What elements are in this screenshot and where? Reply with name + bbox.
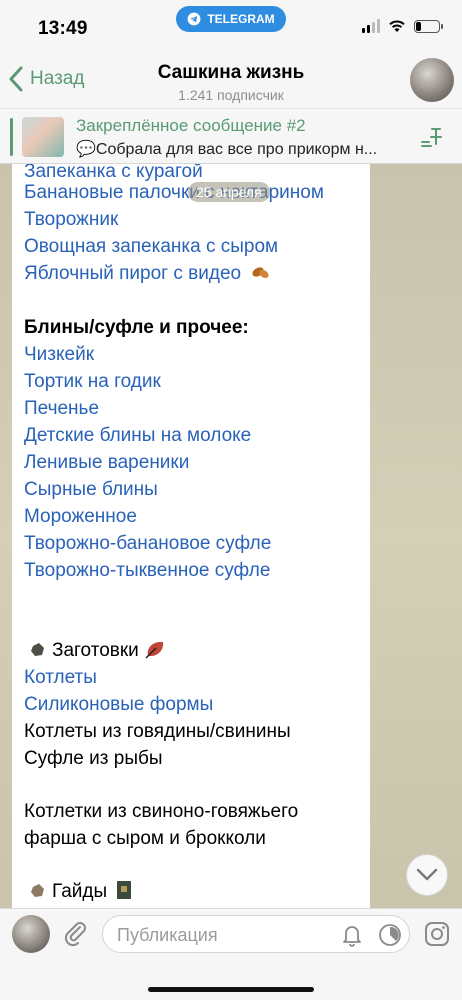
telegram-label: TELEGRAM [207, 12, 275, 26]
chevron-down-icon [416, 868, 438, 881]
recipe-link[interactable]: Печенье [24, 397, 99, 421]
signal-icon [362, 19, 380, 33]
stone-icon [31, 884, 44, 897]
home-indicator [148, 987, 314, 992]
recipe-link[interactable]: Творожно-тыквенное суфле [24, 559, 270, 583]
status-bar: 13:49 TELEGRAM [0, 0, 462, 58]
telegram-return-pill[interactable]: TELEGRAM [176, 6, 286, 32]
leaf-icon [145, 641, 164, 659]
attach-icon[interactable] [62, 919, 90, 947]
timer-icon[interactable] [377, 922, 403, 948]
recipe-link[interactable]: Котлеты [24, 666, 97, 690]
subscriber-count: 1.241 подписчик [178, 87, 284, 103]
channel-title: Сашкина жизнь [157, 62, 305, 83]
recipe-link[interactable]: Тортик на годик [24, 370, 161, 394]
instagram-icon[interactable] [424, 921, 450, 947]
pinned-preview: 💬Собрала для вас все про прикорм н... [76, 141, 378, 158]
pinned-message-bar[interactable]: Закреплённое сообщение #2 💬Собрала для в… [0, 108, 462, 164]
pinned-thumbnail [22, 117, 64, 157]
recipe-link[interactable]: Яблочный пирог с видео [24, 263, 241, 284]
wifi-icon [389, 20, 405, 32]
section-heading: Блины/суфле и прочее: [24, 317, 249, 338]
telegram-icon [187, 12, 201, 26]
recipe-link[interactable]: Творожник [24, 208, 118, 232]
recipe-link[interactable]: Ленивые вареники [24, 451, 189, 475]
send-as-avatar[interactable] [12, 915, 50, 953]
recipe-link[interactable]: Сырные блины [24, 478, 158, 502]
section-heading: Заготовки [30, 639, 166, 663]
bell-icon[interactable] [339, 922, 365, 948]
recipe-line: Котлеты из говядины/свинины [24, 721, 291, 742]
recipe-line: Котлетки из свиноно-говяжьего [24, 801, 299, 822]
recipe-link[interactable]: Силиконовые формы [24, 693, 213, 717]
recipe-link[interactable]: Овощная запеканка с сыром [24, 235, 278, 259]
recipe-link[interactable]: Банановые палочки с нектарином [24, 181, 324, 205]
channel-avatar[interactable] [410, 58, 454, 102]
recipe-link[interactable]: Детские блины на молоке [24, 424, 251, 448]
composer-bar: Публикация [0, 908, 462, 1000]
recipe-link[interactable]: Чизкейк [24, 343, 94, 367]
message-input[interactable]: Публикация [102, 915, 410, 953]
stone-icon [31, 643, 44, 656]
pin-list-icon[interactable] [420, 125, 446, 151]
channel-title-block[interactable]: Сашкина жизнь 1.241 подписчик [0, 62, 462, 103]
recipe-line: фарша с сыром и брокколи [24, 828, 266, 849]
input-placeholder: Публикация [117, 925, 218, 945]
clock: 13:49 [38, 18, 88, 39]
autumn-leaf-icon [252, 267, 269, 279]
chat-header: Назад Сашкина жизнь 1.241 подписчик [0, 58, 462, 108]
status-icons [362, 19, 443, 33]
recipe-line: Суфле из рыбы [24, 748, 163, 769]
chat-area[interactable]: Запеканка с курагой Банановые палочки с … [0, 164, 462, 908]
pinned-indicator [10, 118, 13, 156]
recipe-line: Яблочный пирог с видео [24, 262, 270, 286]
date-badge: 25 апреля [188, 182, 270, 202]
recipe-link[interactable]: Мороженное [24, 505, 137, 529]
pinned-title: Закреплённое сообщение #2 [76, 116, 306, 135]
battery-icon [414, 19, 443, 33]
scroll-down-button[interactable] [406, 854, 448, 896]
section-heading: Гайды [30, 880, 132, 904]
recipe-link[interactable]: Творожно-банановое суфле [24, 532, 271, 556]
book-icon [117, 881, 132, 899]
